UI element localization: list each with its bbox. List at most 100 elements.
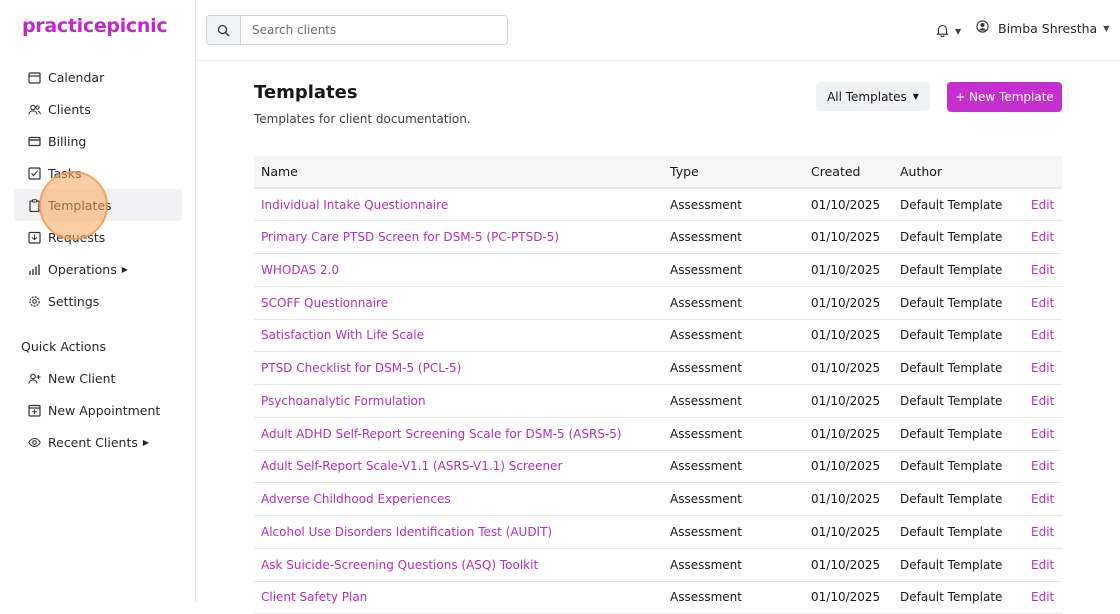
template-name-link[interactable]: Satisfaction With Life Scale (254, 319, 663, 353)
caret-right-icon: ▶ (142, 437, 150, 447)
template-name-link[interactable]: WHODAS 2.0 (254, 253, 663, 287)
template-filter-dropdown[interactable]: All Templates ▼ (816, 82, 930, 111)
new-template-button[interactable]: + New Template (947, 82, 1062, 112)
table-header-row: Name Type Created Author (254, 156, 1062, 189)
edit-link[interactable]: Edit (1024, 417, 1062, 451)
template-created-date: 01/10/2025 (804, 188, 893, 222)
edit-link[interactable]: Edit (1024, 450, 1062, 484)
template-name-link[interactable]: Individual Intake Questionnaire (254, 188, 663, 222)
sidebar-item-operations[interactable]: Operations ▶ (14, 253, 182, 285)
quick-action-new-appointment[interactable]: New Appointment (14, 394, 182, 426)
sidebar-item-settings[interactable]: Settings (14, 285, 182, 317)
template-author: Default Template (893, 220, 1024, 254)
template-type: Assessment (663, 515, 804, 549)
template-name-link[interactable]: SCOFF Questionnaire (254, 286, 663, 320)
eye-icon (27, 435, 41, 449)
template-created-date: 01/10/2025 (804, 351, 893, 385)
sidebar-item-label: Billing (48, 133, 87, 149)
template-author: Default Template (893, 417, 1024, 451)
template-author: Default Template (893, 548, 1024, 582)
sidebar-item-label: Clients (48, 101, 91, 117)
sidebar: practicepicnic Calendar Clients Billing … (0, 0, 196, 602)
column-header-name: Name (254, 156, 663, 189)
template-created-date: 01/10/2025 (804, 581, 893, 614)
template-type: Assessment (663, 351, 804, 385)
credit-card-icon (27, 134, 41, 148)
template-author: Default Template (893, 253, 1024, 287)
edit-link[interactable]: Edit (1024, 286, 1062, 320)
template-name-link[interactable]: Alcohol Use Disorders Identification Tes… (254, 515, 663, 549)
calendar-icon (27, 70, 41, 84)
edit-link[interactable]: Edit (1024, 482, 1062, 516)
app-logo[interactable]: practicepicnic (22, 15, 168, 37)
template-created-date: 01/10/2025 (804, 319, 893, 353)
edit-link[interactable]: Edit (1024, 319, 1062, 353)
quick-actions-title: Quick Actions (21, 339, 106, 354)
table-row: Primary Care PTSD Screen for DSM-5 (PC-P… (254, 220, 1062, 254)
sidebar-item-calendar[interactable]: Calendar (14, 61, 182, 93)
edit-link[interactable]: Edit (1024, 351, 1062, 385)
quick-actions: New Client New Appointment Recent Client… (14, 362, 182, 458)
template-name-link[interactable]: Adult Self-Report Scale-V1.1 (ASRS-V1.1)… (254, 450, 663, 484)
user-menu[interactable]: Bimba Shrestha ▼ (976, 20, 1109, 36)
column-header-type: Type (663, 156, 804, 189)
users-icon (27, 102, 41, 116)
template-created-date: 01/10/2025 (804, 253, 893, 287)
edit-link[interactable]: Edit (1024, 188, 1062, 222)
quick-action-label: New Client (48, 370, 116, 386)
template-name-link[interactable]: Ask Suicide-Screening Questions (ASQ) To… (254, 548, 663, 582)
search-box (206, 15, 508, 45)
quick-action-recent-clients[interactable]: Recent Clients ▶ (14, 426, 182, 458)
table-row: Psychoanalytic Formulation Assessment 01/1… (254, 384, 1062, 418)
template-name-link[interactable]: Adverse Childhood Experiences (254, 482, 663, 516)
search-icon[interactable] (207, 16, 241, 44)
edit-link[interactable]: Edit (1024, 581, 1062, 614)
sidebar-item-templates[interactable]: Templates (14, 189, 182, 221)
edit-link[interactable]: Edit (1024, 220, 1062, 254)
caret-down-icon: ▼ (1103, 23, 1110, 33)
quick-action-label: Recent Clients (48, 434, 138, 450)
search-input[interactable] (241, 16, 507, 44)
table-row: Adult Self-Report Scale-V1.1 (ASRS-V1.1)… (254, 450, 1062, 484)
bar-chart-icon (27, 262, 41, 276)
caret-right-icon: ▶ (121, 264, 128, 274)
gear-icon (27, 294, 41, 308)
table-row: Adverse Childhood Experiences Assessment 0… (254, 482, 1062, 516)
sidebar-item-requests[interactable]: Requests (14, 221, 182, 253)
column-header-created: Created (804, 156, 893, 189)
sidebar-item-label: Settings (48, 293, 100, 309)
edit-link[interactable]: Edit (1024, 548, 1062, 582)
sidebar-nav: Calendar Clients Billing Tasks Templates (14, 61, 182, 317)
template-name-link[interactable]: PTSD Checklist for DSM-5 (PCL-5) (254, 351, 663, 385)
table-row: SCOFF Questionnaire Assessment 01/10/2025 D… (254, 286, 1062, 320)
table-row: Individual Intake Questionnaire Assessmen… (254, 188, 1062, 222)
table-row: Client Safety Plan Assessment 01/10/2025 De… (254, 581, 1062, 614)
template-author: Default Template (893, 482, 1024, 516)
sidebar-item-clients[interactable]: Clients (14, 93, 182, 125)
template-created-date: 01/10/2025 (804, 450, 893, 484)
caret-down-icon: ▼ (912, 92, 919, 101)
quick-action-label: New Appointment (48, 402, 161, 418)
sidebar-item-billing[interactable]: Billing (14, 125, 182, 157)
edit-link[interactable]: Edit (1024, 515, 1062, 549)
template-type: Assessment (663, 384, 804, 418)
notifications-button[interactable]: ▼ (936, 22, 961, 41)
column-header-author: Author (893, 156, 1024, 189)
calendar-plus-icon (27, 403, 41, 417)
template-author: Default Template (893, 286, 1024, 320)
edit-link[interactable]: Edit (1024, 384, 1062, 418)
sidebar-item-tasks[interactable]: Tasks (14, 157, 182, 189)
table-row: Satisfaction With Life Scale Assessment 01… (254, 319, 1062, 353)
edit-link[interactable]: Edit (1024, 253, 1062, 287)
topbar: ▼ Bimba Shrestha ▼ (196, 0, 1120, 61)
template-created-date: 01/10/2025 (804, 220, 893, 254)
quick-action-new-client[interactable]: New Client (14, 362, 182, 394)
template-author: Default Template (893, 581, 1024, 614)
sidebar-item-label: Calendar (48, 69, 105, 85)
template-name-link[interactable]: Client Safety Plan (254, 581, 663, 614)
template-name-link[interactable]: Adult ADHD Self-Report Screening Scale f… (254, 417, 663, 451)
template-type: Assessment (663, 581, 804, 614)
template-name-link[interactable]: Psychoanalytic Formulation (254, 384, 663, 418)
template-name-link[interactable]: Primary Care PTSD Screen for DSM-5 (PC-P… (254, 220, 663, 254)
table-row: Alcohol Use Disorders Identification Tes… (254, 515, 1062, 549)
